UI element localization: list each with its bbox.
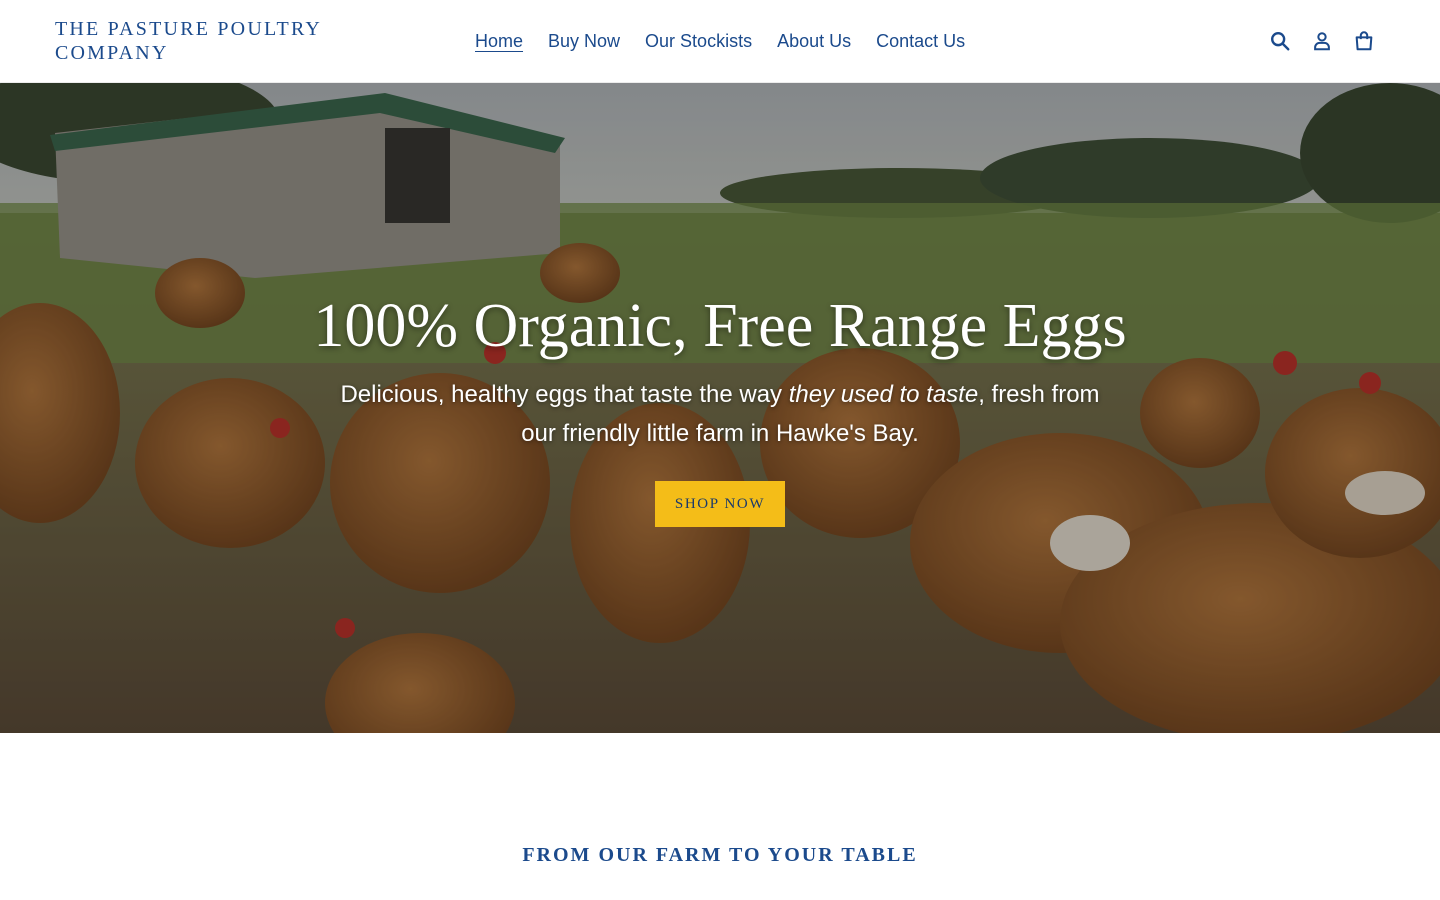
hero-subtitle-text: Delicious, healthy eggs that taste the w…: [340, 381, 789, 408]
hero-title: 100% Organic, Free Range Eggs: [313, 292, 1127, 360]
search-icon[interactable]: [1268, 29, 1292, 53]
nav-about-us[interactable]: About Us: [777, 30, 851, 54]
nav-our-stockists[interactable]: Our Stockists: [645, 30, 752, 54]
account-icon[interactable]: [1310, 29, 1334, 53]
site-header: THE PASTURE POULTRY COMPANY Home Buy Now…: [0, 0, 1440, 83]
hero-subtitle: Delicious, healthy eggs that taste the w…: [320, 375, 1120, 453]
nav-buy-now[interactable]: Buy Now: [548, 30, 620, 54]
logo-line-1: THE PASTURE POULTRY: [55, 18, 323, 40]
site-logo[interactable]: THE PASTURE POULTRY COMPANY: [55, 17, 345, 65]
nav-home[interactable]: Home: [475, 30, 523, 54]
section-heading: FROM OUR FARM TO YOUR TABLE: [522, 844, 918, 866]
shop-now-button[interactable]: SHOP NOW: [655, 481, 785, 527]
header-icons: [1268, 29, 1376, 53]
hero-subtitle-emphasis: they used to taste: [788, 381, 979, 408]
cart-icon[interactable]: [1352, 29, 1376, 53]
logo-line-2: COMPANY: [55, 42, 169, 64]
main-nav: Home Buy Now Our Stockists About Us Cont…: [475, 30, 965, 54]
nav-contact-us[interactable]: Contact Us: [876, 30, 965, 54]
hero-banner: 100% Organic, Free Range Eggs Delicious,…: [0, 83, 1440, 733]
